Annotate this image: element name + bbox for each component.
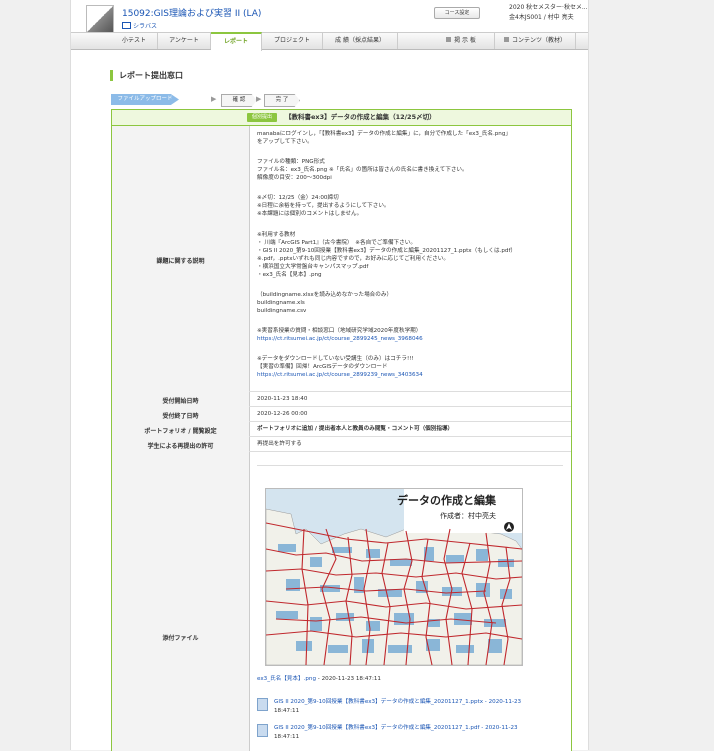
- report-subject: 【教科書ex3】データの作成と編集（12/25〆切）: [285, 113, 436, 121]
- portfolio-value: ポートフォリオに追加 / 提出者本人と教員のみ閲覧・コメント可（個別指導）: [257, 426, 454, 432]
- tab-board-label: 掲 示 板: [454, 37, 476, 44]
- tab-contents[interactable]: コンテンツ（教材）: [495, 33, 576, 49]
- map-title: データの作成と編集: [397, 493, 497, 507]
- desc-line: ※データをダウンロードしていない受講生（のみ）はコチラ!!!: [257, 356, 414, 362]
- end-value: 2020-12-26 00:00: [257, 411, 308, 417]
- desc-line: ファイルの種類：PNG形式: [257, 159, 325, 165]
- desc-line: ※日程に余裕を持って，提出するようにして下さい。: [257, 203, 390, 209]
- course-title[interactable]: 15092:GIS理論および実習 II (LA): [122, 6, 261, 19]
- tab-quiz[interactable]: 小テスト: [111, 33, 158, 49]
- board-icon: [446, 37, 452, 42]
- divider: [249, 406, 571, 407]
- individual-badge: 個別提出: [247, 113, 277, 122]
- desc-line: ファイル名：ex3_氏名.png ※「氏名」の箇所は皆さんの氏名に書き換えて下さ…: [257, 167, 468, 173]
- step-arrow-icon: ▶: [256, 95, 262, 103]
- map-author: 作成者：村中亮夫: [440, 511, 496, 520]
- desc-line: ・ 川端『ArcGIS Part1』（古今書院） ※各自でご準備下さい。: [257, 240, 416, 246]
- tab-board[interactable]: 掲 示 板: [428, 33, 495, 49]
- tab-project[interactable]: プロジェクト: [262, 33, 323, 49]
- desc-line: manabaにログインし，「【教科書ex3】データの作成と編集」に，自分で作成し…: [257, 131, 511, 137]
- desc-line: ・GIS II 2020_第9-10回授業【教科書ex3】データの作成と編集_2…: [257, 248, 517, 254]
- campus-map: データの作成と編集 作成者：村中亮夫: [266, 489, 522, 665]
- desc-line: ※利用する教材: [257, 232, 296, 238]
- sample-attachment[interactable]: ex3_氏名【見本】.png - 2020-11-23 18:47:11: [257, 675, 381, 683]
- step-upload: ファイルアップロード: [111, 94, 179, 105]
- label-attachment: 添付ファイル: [162, 635, 199, 642]
- sample-attachment-date: - 2020-11-23 18:47:11: [316, 676, 381, 682]
- desc-line: （buildingname.xlsxを読み込めなかった場合のみ）: [257, 292, 393, 298]
- user-text: 金4木JS001 / 村中 亮夫: [509, 14, 574, 21]
- report-header-bar: 個別提出 【教科書ex3】データの作成と編集（12/25〆切）: [112, 110, 571, 126]
- desc-line: ※実習系授業の質問・相談窓口（地域研究学域2020年度秋学期）: [257, 328, 422, 334]
- desc-line: ※〆切：12/25（金）24:00締切: [257, 195, 339, 201]
- label-column: 課題に関する説明 受付開始日時 受付終了日時 ポートフォリオ / 閲覧設定 学生…: [112, 126, 250, 751]
- contents-icon: [503, 37, 509, 42]
- divider: [249, 451, 571, 452]
- label-resubmit: 学生による再提出の許可: [147, 443, 214, 450]
- step-confirm: 確 認: [221, 94, 257, 107]
- course-settings-button[interactable]: コース設定: [434, 7, 480, 19]
- desc-line: 【実習の準備】回帰！ArcGISデータのダウンロード: [257, 364, 388, 370]
- tab-grades[interactable]: 成 績（採点結果）: [323, 33, 398, 49]
- file-icon: [257, 724, 268, 737]
- divider: [249, 421, 571, 422]
- course-header: 15092:GIS理論および実習 II (LA) シラバス コース設定 2020…: [71, 0, 588, 33]
- file-date: 18:47:11: [274, 708, 300, 714]
- tab-survey[interactable]: アンケート: [158, 33, 211, 49]
- syllabus-link[interactable]: シラバス: [122, 21, 157, 30]
- desc-line: 解像度の目安：200～300dpi: [257, 175, 332, 181]
- divider: [249, 436, 571, 437]
- label-description: 課題に関する説明: [156, 258, 205, 265]
- file-item[interactable]: GIS II 2020_第9-10回授業【教科書ex3】データの作成と編集_20…: [257, 698, 567, 718]
- course-nav: 小テスト アンケート レポート プロジェクト 成 績（採点結果） 掲 示 板 コ…: [71, 32, 588, 51]
- section-title: レポート提出窓口: [110, 70, 183, 81]
- page: 15092:GIS理論および実習 II (LA) シラバス コース設定 2020…: [70, 0, 589, 751]
- sample-attachment-link[interactable]: ex3_氏名【見本】.png: [257, 676, 316, 682]
- course-logo: [86, 5, 114, 33]
- syllabus-label: シラバス: [133, 23, 157, 30]
- report-table: 個別提出 【教科書ex3】データの作成と編集（12/25〆切） 課題に関する説明…: [111, 109, 572, 751]
- semester-text: 2020 秋セメスター·秋セメ...: [509, 4, 588, 11]
- step-arrow-icon: ▶: [211, 95, 217, 103]
- semester-info: 2020 秋セメスター·秋セメ... 金4木JS001 / 村中 亮夫: [509, 3, 588, 23]
- map-preview-image[interactable]: データの作成と編集 作成者：村中亮夫: [265, 488, 523, 666]
- start-value: 2020-11-23 18:40: [257, 396, 308, 402]
- desc-line: ・横浜国立大学常盤台キャンパスマップ.pdf: [257, 264, 369, 270]
- desc-link[interactable]: https://ct.ritsumei.ac.jp/ct/course_2899…: [257, 371, 423, 379]
- book-icon: [122, 22, 131, 29]
- file-date: 18:47:11: [274, 734, 300, 740]
- desc-link[interactable]: https://ct.ritsumei.ac.jp/ct/course_2899…: [257, 335, 423, 343]
- label-start: 受付開始日時: [162, 398, 199, 405]
- desc-line: buildingname.xls: [257, 300, 305, 306]
- desc-line: をアップして下さい。: [257, 139, 313, 145]
- divider: [249, 391, 571, 392]
- desc-line: ・ex3_氏名【見本】.png: [257, 272, 322, 278]
- tab-contents-label: コンテンツ（教材）: [511, 37, 566, 44]
- file-name[interactable]: GIS II 2020_第9-10回授業【教科書ex3】データの作成と編集_20…: [274, 698, 521, 706]
- resubmit-value: 再提出を許可する: [257, 441, 302, 447]
- file-icon: [257, 698, 268, 711]
- label-end: 受付終了日時: [162, 413, 199, 420]
- desc-line: ※本課題には個別のコメントはしません。: [257, 211, 363, 217]
- label-portfolio: ポートフォリオ / 閲覧設定: [144, 428, 217, 435]
- divider: [257, 465, 563, 466]
- file-item[interactable]: GIS II 2020_第9-10回授業【教科書ex3】データの作成と編集_20…: [257, 724, 567, 744]
- file-name[interactable]: GIS II 2020_第9-10回授業【教科書ex3】データの作成と編集_20…: [274, 724, 518, 732]
- desc-line: buildingname.csv: [257, 308, 307, 314]
- step-done: 完 了: [264, 94, 300, 107]
- desc-line: ※.pdf，.pptxいずれも同じ内容ですので，お好みに応じてご利用ください。: [257, 256, 449, 262]
- tab-report[interactable]: レポート: [211, 32, 262, 51]
